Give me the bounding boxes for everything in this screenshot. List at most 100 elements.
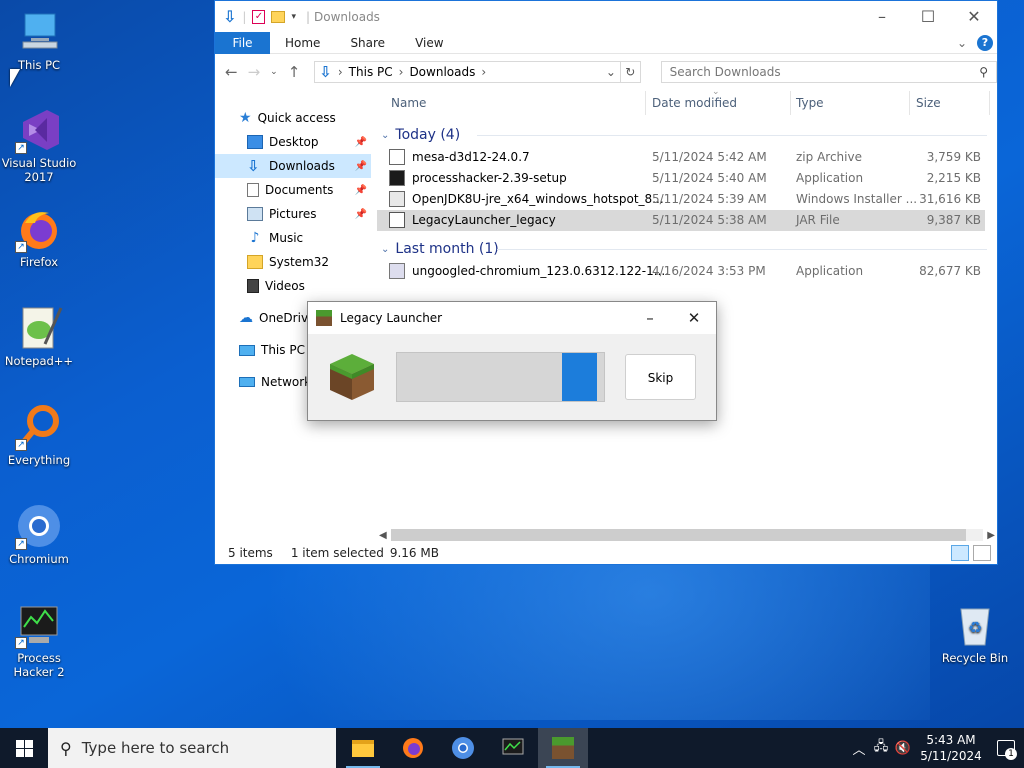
dialog-title: Legacy Launcher [340, 311, 443, 325]
nav-item-documents[interactable]: Documents 📌 [215, 178, 371, 202]
desktop-icon-recycle-bin[interactable]: ♻ Recycle Bin [937, 601, 1013, 665]
taskbar-search-box[interactable]: ⚲ Type here to search [48, 728, 336, 768]
file-type: Application [796, 264, 864, 278]
network-status-icon[interactable]: 🖧 [870, 737, 892, 759]
desktop-icon-everything[interactable]: ↗ Everything [1, 403, 77, 467]
file-row[interactable]: processhacker-2.39-setup 5/11/2024 5:40 … [377, 168, 997, 189]
maximize-icon[interactable]: ☐ [905, 7, 951, 26]
tab-file[interactable]: File [215, 31, 270, 54]
file-row-selected[interactable]: LegacyLauncher_legacy 5/11/2024 5:38 AM … [377, 210, 985, 231]
videos-folder-icon [247, 279, 259, 293]
refresh-icon[interactable]: ↻ [620, 61, 641, 83]
desktop-icon-label: Visual Studio 2017 [1, 156, 77, 184]
chevron-right-icon[interactable]: › [481, 65, 486, 79]
pin-icon[interactable]: 📌 [355, 185, 367, 196]
new-folder-icon[interactable] [271, 10, 286, 23]
scroll-right-icon[interactable]: ▶ [987, 530, 997, 541]
taskbar-firefox[interactable] [388, 728, 438, 768]
nav-item-downloads[interactable]: ⇩ Downloads 📌 [215, 154, 371, 178]
file-explorer-window[interactable]: ⇩ | ✓ ▾ | Downloads – ☐ ✕ File Home Shar… [214, 0, 998, 565]
pin-icon[interactable]: 📌 [355, 161, 367, 172]
column-header-size[interactable]: Size [916, 96, 941, 110]
close-icon[interactable]: ✕ [951, 7, 997, 26]
nav-item-system32[interactable]: System32 [215, 250, 371, 274]
notification-center-button[interactable]: 1 [988, 728, 1024, 768]
desktop-icon-chromium[interactable]: ↗ Chromium [1, 502, 77, 566]
this-pc-icon [239, 344, 255, 356]
download-arrow-icon: ⇩ [223, 7, 237, 26]
horizontal-scrollbar[interactable]: ◀ ▶ [377, 527, 997, 543]
nav-item-music[interactable]: ♪ Music [215, 226, 371, 250]
minimize-icon[interactable]: – [628, 309, 672, 327]
clock[interactable]: 5:43 AM 5/11/2024 [914, 732, 988, 764]
customize-qat-icon[interactable]: ▾ [291, 12, 296, 22]
file-date: 4/16/2024 3:53 PM [652, 264, 766, 278]
taskbar-chromium[interactable] [438, 728, 488, 768]
folder-icon [247, 255, 263, 269]
details-view-icon[interactable] [951, 545, 969, 561]
minimize-icon[interactable]: – [859, 7, 905, 26]
desktop-icon-label: Firefox [19, 255, 59, 269]
nav-item-videos[interactable]: Videos [215, 274, 371, 298]
up-icon[interactable]: ↑ [288, 63, 301, 81]
skip-button[interactable]: Skip [625, 354, 696, 400]
tab-view[interactable]: View [400, 36, 458, 50]
chromium-icon [452, 737, 474, 759]
onedrive-icon: ☁ [239, 310, 253, 326]
chevron-right-icon[interactable]: › [338, 65, 343, 79]
chevron-up-icon[interactable]: ︿ [848, 739, 870, 758]
group-header-today[interactable]: ⌄ Today (4) [377, 123, 997, 147]
breadcrumb-downloads[interactable]: Downloads [409, 65, 475, 79]
column-header-name[interactable]: Name [391, 96, 426, 110]
tab-share[interactable]: Share [335, 36, 400, 50]
start-button[interactable] [0, 728, 48, 768]
file-name: OpenJDK8U-jre_x64_windows_hotspot_8... [412, 192, 664, 206]
desktop-icon-this-pc[interactable]: This PC [1, 8, 77, 72]
back-icon[interactable]: ← [225, 63, 238, 81]
recent-locations-icon[interactable]: ⌄ [270, 67, 278, 77]
close-icon[interactable]: ✕ [672, 309, 716, 327]
taskbar: ⚲ Type here to search ︿ 🖧 🔇 5:43 AM 5/11… [0, 728, 1024, 768]
properties-icon[interactable]: ✓ [252, 9, 266, 24]
pin-icon[interactable]: 📌 [355, 137, 367, 148]
nav-item-pictures[interactable]: Pictures 📌 [215, 202, 371, 226]
file-explorer-icon [352, 739, 374, 757]
desktop-icon-process-hacker[interactable]: ↗ Process Hacker 2 [1, 601, 77, 679]
taskbar-file-explorer[interactable] [338, 728, 388, 768]
scrollbar-thumb[interactable] [390, 529, 966, 541]
nav-item-quick-access[interactable]: ★ Quick access [215, 106, 371, 130]
breadcrumb-this-pc[interactable]: This PC [349, 65, 393, 79]
chevron-down-icon: ⌄ [381, 243, 390, 255]
taskbar-legacy-launcher[interactable] [538, 728, 588, 768]
tab-home[interactable]: Home [270, 36, 335, 50]
nav-item-label: Network [261, 375, 312, 389]
svg-text:♻: ♻ [968, 618, 982, 637]
ribbon-tabs: File Home Share View ⌄ ? [215, 31, 997, 54]
file-row[interactable]: ungoogled-chromium_123.0.6312.122-1.... … [377, 261, 997, 282]
dialog-titlebar[interactable]: Legacy Launcher – ✕ [308, 302, 716, 334]
file-row[interactable]: mesa-d3d12-24.0.7 5/11/2024 5:42 AM zip … [377, 147, 997, 168]
desktop-icon-notepadpp[interactable]: Notepad++ [1, 304, 77, 368]
pin-icon[interactable]: 📌 [355, 209, 367, 220]
search-input[interactable]: Search Downloads ⚲ [660, 61, 998, 83]
column-header-date[interactable]: Date modified [652, 96, 737, 110]
selection-size: 9.16 MB [389, 546, 439, 560]
expand-ribbon-icon[interactable]: ⌄ [957, 36, 967, 50]
group-header-last-month[interactable]: ⌄ Last month (1) [377, 237, 997, 261]
explorer-titlebar[interactable]: ⇩ | ✓ ▾ | Downloads – ☐ ✕ [215, 1, 997, 32]
desktop-icon-firefox[interactable]: ↗ Firefox [1, 205, 77, 269]
file-row[interactable]: OpenJDK8U-jre_x64_windows_hotspot_8... 5… [377, 189, 997, 210]
large-icons-view-icon[interactable] [973, 545, 991, 561]
taskbar-process-hacker[interactable] [488, 728, 538, 768]
chevron-right-icon[interactable]: › [399, 65, 404, 79]
help-icon[interactable]: ? [977, 34, 993, 51]
nav-item-desktop[interactable]: Desktop 📌 [215, 130, 371, 154]
address-bar[interactable]: ⇩ › This PC › Downloads › ⌄ [314, 61, 621, 83]
legacy-launcher-dialog[interactable]: Legacy Launcher – ✕ Skip [307, 301, 717, 421]
address-dropdown-icon[interactable]: ⌄ [606, 65, 620, 79]
scroll-left-icon[interactable]: ◀ [377, 530, 387, 541]
column-header-type[interactable]: Type [796, 96, 824, 110]
desktop-icon-visual-studio[interactable]: ↗ Visual Studio 2017 [1, 106, 77, 184]
forward-icon[interactable]: → [248, 63, 261, 81]
volume-muted-icon[interactable]: 🔇 [892, 741, 914, 756]
